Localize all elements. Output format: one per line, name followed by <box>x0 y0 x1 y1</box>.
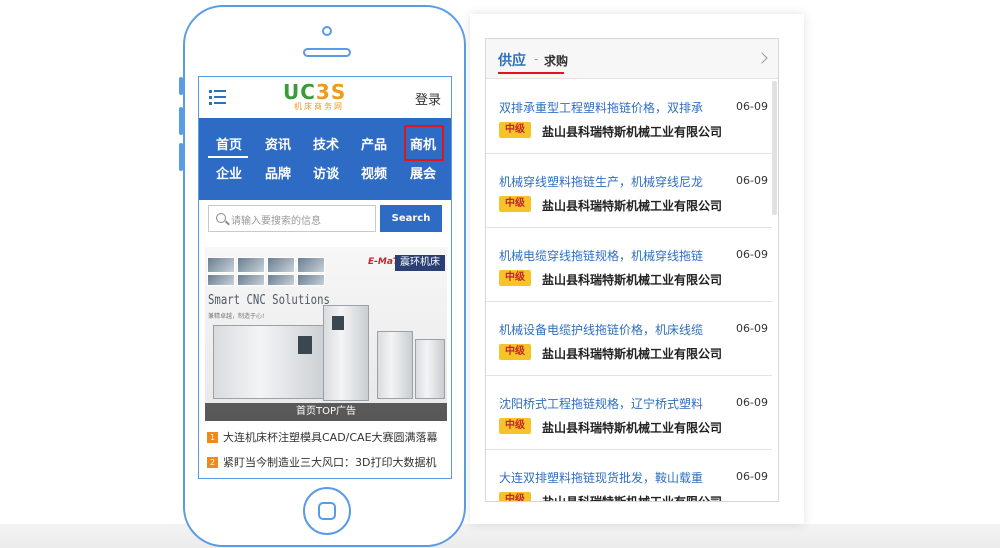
item-company[interactable]: 盐山县科瑞特斯机械工业有限公司 <box>542 123 722 140</box>
news-rank-badge: 2 <box>207 457 218 468</box>
tab-separator: - <box>534 52 539 66</box>
supply-panel: 供应 - 求购 双排承重型工程塑料拖链价格，双排承 06-09 中级 盐山县科瑞… <box>485 38 779 502</box>
nav-products[interactable]: 产品 <box>353 134 395 153</box>
item-company[interactable]: 盐山县科瑞特斯机械工业有限公司 <box>542 271 722 288</box>
scrollbar[interactable] <box>772 81 777 215</box>
nav-active-underline <box>208 156 248 158</box>
panel-tabs: 供应 - 求购 <box>486 39 778 79</box>
list-item[interactable]: 机械穿线塑料拖链生产，机械穿线尼龙 06-09 中级 盐山县科瑞特斯机械工业有限… <box>486 154 772 228</box>
tab-active-underline <box>498 72 564 74</box>
nav-interviews[interactable]: 访谈 <box>305 163 347 182</box>
floor-shadow <box>0 524 1000 548</box>
camera-icon <box>322 26 332 36</box>
stage: 供应 - 求购 双排承重型工程塑料拖链价格，双排承 06-09 中级 盐山县科瑞… <box>0 0 1000 548</box>
tab-buy[interactable]: 求购 <box>544 52 568 69</box>
level-badge: 中级 <box>499 196 531 212</box>
news-title[interactable]: 紧盯当今制造业三大风口：3D打印大数据机 <box>223 456 436 469</box>
machine-image <box>377 331 413 399</box>
nav-tech[interactable]: 技术 <box>305 134 347 153</box>
top-banner-ad[interactable]: E-MaT 震环机床 Smart CNC Solutions 兼精卓越，制造于心… <box>205 247 447 421</box>
item-title[interactable]: 机械穿线塑料拖链生产，机械穿线尼龙 <box>499 173 719 190</box>
level-badge: 中级 <box>499 344 531 360</box>
banner-subtitle: 兼精卓越，制造于心! <box>208 313 265 320</box>
search-icon <box>216 213 226 223</box>
search-bar: 请输入要搜索的信息 Search <box>208 205 442 232</box>
item-date: 06-09 <box>736 174 768 187</box>
item-title[interactable]: 沈阳桥式工程拖链规格，辽宁桥式塑料 <box>499 395 719 412</box>
phone-side-button <box>179 143 183 171</box>
item-date: 06-09 <box>736 322 768 335</box>
search-input[interactable]: 请输入要搜索的信息 <box>208 205 376 232</box>
machine-image <box>213 325 331 399</box>
nav-companies[interactable]: 企业 <box>208 163 250 182</box>
menu-list-icon[interactable] <box>209 89 227 105</box>
speaker-icon <box>303 48 351 57</box>
phone-side-button <box>179 77 183 95</box>
search-placeholder: 请输入要搜索的信息 <box>231 216 321 227</box>
item-date: 06-09 <box>736 248 768 261</box>
list-item[interactable]: 大连双排塑料拖链现货批发，鞍山载重 06-09 中级 盐山县科瑞特斯机械工业有限… <box>486 450 772 501</box>
item-date: 06-09 <box>736 470 768 483</box>
item-company[interactable]: 盐山县科瑞特斯机械工业有限公司 <box>542 419 722 436</box>
item-company[interactable]: 盐山县科瑞特斯机械工业有限公司 <box>542 493 722 501</box>
item-title[interactable]: 机械电缆穿线拖链规格，机械穿线拖链 <box>499 247 719 264</box>
logo-mark: UC3S <box>283 80 347 104</box>
nav-news[interactable]: 资讯 <box>257 134 299 153</box>
phone-screen: UC3S 机床商务网 登录 首页 资讯 技术 产品 商机 企业 品牌 访谈 视频… <box>198 76 452 479</box>
news-title[interactable]: 大连机床杯注塑模具CAD/CAE大赛圆满落幕 <box>223 431 438 444</box>
nav-brands[interactable]: 品牌 <box>257 163 299 182</box>
list-item[interactable]: 机械电缆穿线拖链规格，机械穿线拖链 06-09 中级 盐山县科瑞特斯机械工业有限… <box>486 228 772 302</box>
news-item[interactable]: 1 大连机床杯注塑模具CAD/CAE大赛圆满落幕 <box>207 429 447 447</box>
login-link[interactable]: 登录 <box>415 89 441 108</box>
mobile-header: UC3S 机床商务网 登录 <box>199 77 451 118</box>
banner-title: Smart CNC Solutions <box>208 293 330 308</box>
chevron-right-icon[interactable] <box>756 52 768 64</box>
tab-supply[interactable]: 供应 <box>498 50 526 70</box>
level-badge: 中级 <box>499 418 531 434</box>
home-square-icon <box>318 502 336 520</box>
item-title[interactable]: 机械设备电缆护线拖链价格，机床线缆 <box>499 321 719 338</box>
nav-home[interactable]: 首页 <box>208 134 250 153</box>
search-button[interactable]: Search <box>380 205 442 232</box>
nav-video[interactable]: 视频 <box>353 163 395 182</box>
item-company[interactable]: 盐山县科瑞特斯机械工业有限公司 <box>542 345 722 362</box>
phone-side-button <box>179 107 183 135</box>
item-date: 06-09 <box>736 396 768 409</box>
machine-image <box>323 305 369 401</box>
level-badge: 中级 <box>499 492 531 501</box>
banner-thumbnails <box>207 257 327 289</box>
item-date: 06-09 <box>736 100 768 113</box>
brand-name: 震环机床 <box>395 255 445 271</box>
item-title[interactable]: 双排承重型工程塑料拖链价格，双排承 <box>499 99 719 116</box>
item-company[interactable]: 盐山县科瑞特斯机械工业有限公司 <box>542 197 722 214</box>
banner-caption: 首页TOP广告 <box>205 403 447 421</box>
nav-expo[interactable]: 展会 <box>402 163 444 182</box>
list-item[interactable]: 机械设备电缆护线拖链价格，机床线缆 06-09 中级 盐山县科瑞特斯机械工业有限… <box>486 302 772 376</box>
item-title[interactable]: 大连双排塑料拖链现货批发，鞍山载重 <box>499 469 719 486</box>
list-item[interactable]: 双排承重型工程塑料拖链价格，双排承 06-09 中级 盐山县科瑞特斯机械工业有限… <box>486 80 772 154</box>
level-badge: 中级 <box>499 122 531 138</box>
news-item[interactable]: 2 紧盯当今制造业三大风口：3D打印大数据机 <box>207 454 447 472</box>
list-item[interactable]: 沈阳桥式工程拖链规格，辽宁桥式塑料 06-09 中级 盐山县科瑞特斯机械工业有限… <box>486 376 772 450</box>
nav-highlight-box <box>404 125 444 161</box>
level-badge: 中级 <box>499 270 531 286</box>
machine-image <box>415 339 445 399</box>
site-logo[interactable]: UC3S 机床商务网 <box>283 82 355 114</box>
news-rank-badge: 1 <box>207 432 218 443</box>
